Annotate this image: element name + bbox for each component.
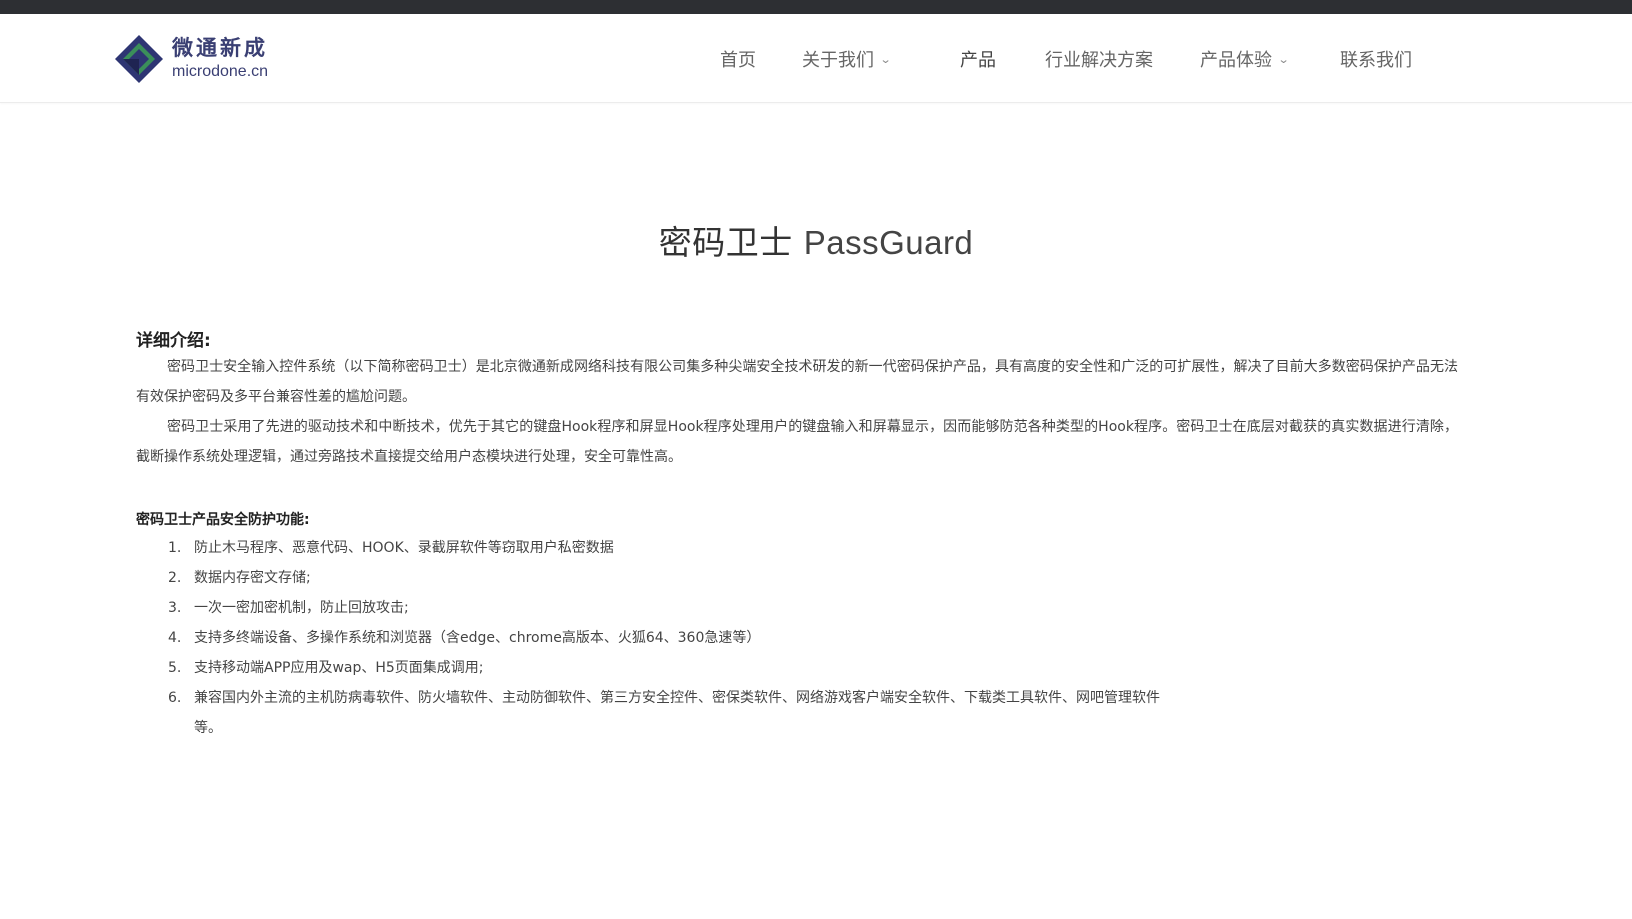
list-item: 3. 一次一密加密机制，防止回放攻击; [136, 593, 1184, 623]
nav-item-label: 首页 [720, 50, 756, 71]
nav-item-products[interactable]: 产品 [960, 46, 996, 72]
features-heading: 密码卫士产品安全防护功能: [136, 512, 310, 528]
features-list: 1. 防止木马程序、恶意代码、HOOK、录截屏软件等窃取用户私密数据 2. 数据内存… [136, 533, 1184, 743]
nav-item-label: 产品体验 [1200, 50, 1272, 71]
intro-paragraph: 密码卫士安全输入控件系统（以下简称密码卫士）是北京微通新成网络科技有限公司集多种… [136, 359, 1458, 405]
list-item-text: 支持多终端设备、多操作系统和浏览器（含edge、chrome高版本、火狐64、3… [194, 630, 761, 646]
nav-item-label: 产品 [960, 50, 996, 71]
list-item-number: 3. [168, 600, 182, 616]
list-item-number: 2. [168, 570, 182, 586]
list-item: 2. 数据内存密文存储; [136, 563, 1184, 593]
main-nav: 首页 关于我们 ⌄ 产品 行业解决方案 产品体验 ⌄ 联系我们 [0, 14, 1632, 102]
nav-item-home[interactable]: 首页 [720, 46, 756, 72]
chevron-down-icon: ⌄ [879, 52, 892, 66]
page-title: 密码卫士 PassGuard [0, 216, 1632, 264]
nav-item-product-trial[interactable]: 产品体验 ⌄ [1200, 46, 1290, 72]
list-item-text: 一次一密加密机制，防止回放攻击; [194, 600, 409, 616]
chevron-down-icon: ⌄ [1277, 52, 1290, 66]
intro-paragraph: 密码卫士采用了先进的驱动技术和中断技术，优先于其它的键盘Hook程序和屏显Hoo… [136, 419, 1458, 465]
nav-item-label: 行业解决方案 [1045, 50, 1153, 71]
page-title-en: PassGuard [803, 224, 974, 261]
page-title-cn: 密码卫士 [658, 223, 793, 262]
browser-top-bar [0, 0, 1632, 18]
list-item: 4. 支持多终端设备、多操作系统和浏览器（含edge、chrome高版本、火狐64… [136, 623, 1184, 653]
list-item-number: 4. [168, 630, 182, 646]
list-item-number: 5. [168, 660, 182, 676]
list-item-text: 数据内存密文存储; [194, 570, 311, 586]
list-item: 6. 兼容国内外主流的主机防病毒软件、防火墙软件、主动防御软件、第三方安全控件、密… [136, 683, 1184, 743]
list-item-text: 兼容国内外主流的主机防病毒软件、防火墙软件、主动防御软件、第三方安全控件、密保类… [194, 690, 1160, 736]
nav-item-solutions[interactable]: 行业解决方案 [1045, 46, 1153, 72]
nav-item-label: 联系我们 [1340, 50, 1412, 71]
list-item-text: 支持移动端APP应用及wap、H5页面集成调用; [194, 660, 484, 676]
nav-item-about[interactable]: 关于我们 ⌄ [802, 46, 892, 72]
list-item-number: 1. [168, 540, 182, 556]
site-header: 微通新成 microdone.cn 首页 关于我们 ⌄ 产品 行业解决方案 产品… [0, 14, 1632, 103]
list-item-text: 防止木马程序、恶意代码、HOOK、录截屏软件等窃取用户私密数据 [194, 540, 614, 556]
list-item-number: 6. [168, 690, 182, 706]
nav-item-contact[interactable]: 联系我们 [1340, 46, 1412, 72]
intro-heading: 详细介绍: [136, 331, 211, 351]
nav-item-label: 关于我们 [802, 50, 874, 71]
list-item: 1. 防止木马程序、恶意代码、HOOK、录截屏软件等窃取用户私密数据 [136, 533, 1184, 563]
list-item: 5. 支持移动端APP应用及wap、H5页面集成调用; [136, 653, 1184, 683]
